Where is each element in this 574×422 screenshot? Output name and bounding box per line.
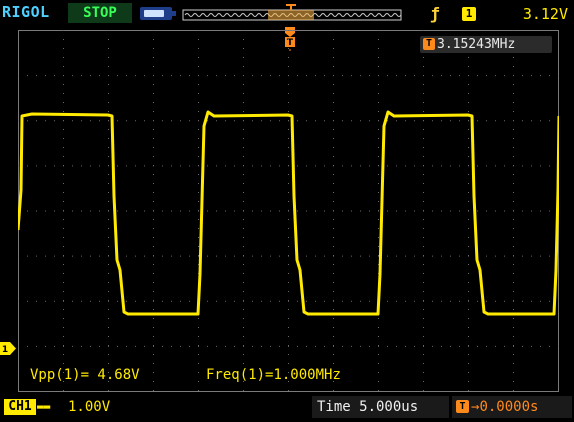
run-stop-status[interactable]: STOP bbox=[68, 3, 132, 23]
measurement-value: =1.000MHz bbox=[265, 367, 341, 383]
channel-marker-label: 1 bbox=[2, 345, 8, 355]
frequency-value: 3.15243MHz bbox=[437, 37, 516, 52]
trigger-source-badge: 1 bbox=[462, 7, 476, 21]
dc-coupling-icon: ▬▬ bbox=[37, 400, 51, 413]
horizontal-position[interactable]: T →0.0000s bbox=[452, 396, 572, 418]
measurement-value: = 4.68V bbox=[80, 367, 140, 383]
measurement-vpp: Vpp(1)= 4.68V bbox=[30, 367, 140, 383]
bottom-status-bar: CH1 ▬▬ 1.00V Time 5.000us T →0.0000s bbox=[0, 396, 574, 422]
trigger-settings[interactable]: ƒ 1 3.12V bbox=[426, 3, 572, 25]
rising-edge-icon: ƒ bbox=[430, 4, 440, 23]
top-status-bar: RIGOL STOP ƒ 1 3.12V bbox=[0, 0, 574, 28]
channel-1-scale[interactable]: 1.00V bbox=[68, 399, 110, 415]
trigger-t-icon: T bbox=[423, 38, 435, 50]
measurement-label: Freq(1) bbox=[206, 367, 266, 383]
channel-1-ground-marker-icon[interactable]: 1 bbox=[0, 342, 16, 355]
brand-logo: RIGOL bbox=[2, 3, 50, 21]
trigger-offset-value: →0.0000s bbox=[471, 399, 539, 415]
battery-icon bbox=[140, 7, 176, 20]
channel-1-trace bbox=[18, 110, 559, 316]
channel-1-label[interactable]: CH1 bbox=[4, 399, 36, 415]
memory-timeline[interactable] bbox=[182, 4, 402, 24]
timebase-value: Time 5.000us bbox=[317, 399, 419, 415]
frequency-counter: T 3.15243MHz bbox=[420, 36, 552, 53]
timebase[interactable]: Time 5.000us bbox=[312, 396, 449, 418]
measurement-label: Vpp(1) bbox=[30, 367, 81, 383]
trigger-level: 3.12V bbox=[522, 5, 568, 23]
waveform-display[interactable] bbox=[18, 30, 559, 392]
grid-dots bbox=[18, 30, 559, 391]
measurement-freq: Freq(1)=1.000MHz bbox=[206, 367, 341, 383]
trigger-t-icon: T bbox=[456, 400, 469, 413]
